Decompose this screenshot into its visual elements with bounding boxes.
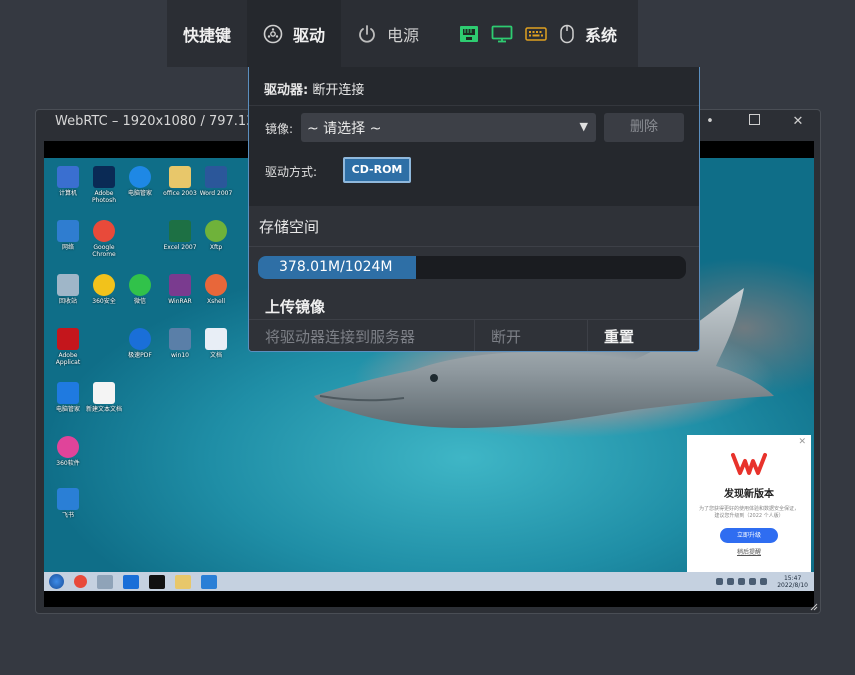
menu-hotkeys-label: 快捷键 — [183, 25, 232, 45]
close-icon: ✕ — [792, 114, 804, 129]
connect-button[interactable]: 将驱动器连接到服务器 — [249, 320, 475, 351]
monitor-icon — [491, 25, 513, 43]
tray-icon[interactable] — [749, 578, 757, 585]
desktop-icon[interactable]: 电脑管家 — [50, 382, 86, 413]
driver-status: 驱动器: 断开连接 — [249, 67, 699, 106]
status-icons: 系统 — [435, 22, 617, 46]
image-select-value: ~ 请选择 ~ — [307, 121, 382, 137]
maximize-icon — [748, 114, 760, 129]
desktop-icon[interactable]: 文档 — [198, 328, 234, 359]
keyboard-icon — [525, 26, 547, 42]
menu-driver[interactable]: 驱动 — [247, 0, 342, 67]
reset-button[interactable]: 重置 — [588, 320, 699, 351]
desktop-icon[interactable]: 飞书 — [50, 488, 86, 519]
wps-logo-icon — [731, 453, 767, 475]
desktop-icon[interactable]: 微信 — [122, 274, 158, 305]
cdrom-mode-button[interactable]: CD-ROM — [343, 157, 411, 183]
popup-later-link[interactable]: 稍后提醒 — [687, 547, 811, 556]
driver-status-label: 驱动器: — [264, 83, 309, 98]
start-button-icon[interactable] — [49, 574, 64, 589]
mode-label: 驱动方式: — [265, 165, 318, 179]
desktop-icon[interactable]: 新建文本文档 — [86, 382, 122, 413]
popup-desc: 为了您获得更好的使用体验和数据安全保证，建议您升级到（2022 个人版） — [698, 506, 799, 519]
desktop-icon[interactable]: Google Chrome — [86, 220, 122, 258]
desktop-icon[interactable]: Word 2007 — [198, 166, 234, 197]
disconnect-button[interactable]: 断开 — [475, 320, 588, 351]
chevron-down-icon: ▼ — [579, 120, 588, 133]
tray-icon[interactable] — [716, 578, 724, 585]
remote-taskbar: 15:47 2022/8/10 — [44, 572, 814, 591]
tray-icon[interactable] — [738, 578, 746, 585]
driver-status-value: 断开连接 — [312, 83, 365, 98]
mouse-icon — [559, 24, 575, 44]
disc-icon — [263, 24, 283, 44]
desktop-icon[interactable]: win10 — [162, 328, 198, 359]
image-label: 镜像: — [265, 122, 294, 136]
resize-grip-icon[interactable] — [810, 603, 818, 611]
upload-title: 上传镜像 — [265, 298, 326, 316]
desktop-icon[interactable]: Adobe Applicat — [50, 328, 86, 366]
desktop-icon[interactable]: Xshell — [198, 274, 234, 305]
tool-icon[interactable] — [97, 574, 113, 589]
desktop-icon[interactable]: Excel 2007 — [162, 220, 198, 251]
system-tray: 15:47 2022/8/10 — [716, 575, 814, 589]
close-button[interactable]: ✕ — [776, 110, 820, 133]
desktop-icon[interactable]: 电脑管家 — [122, 166, 158, 197]
desktop-icon[interactable]: Xftp — [198, 220, 234, 251]
taskbar-clock[interactable]: 15:47 2022/8/10 — [777, 575, 808, 589]
power-icon — [357, 24, 377, 44]
desktop-icon[interactable]: 网络 — [50, 220, 86, 251]
clock-date: 2022/8/10 — [777, 581, 808, 589]
desktop-icon[interactable]: Adobe Photosh — [86, 166, 122, 204]
tray-icon[interactable] — [727, 578, 735, 585]
menu-hotkeys[interactable]: 快捷键 — [167, 0, 247, 67]
storage-progress-bar: 378.01M/1024M — [258, 256, 686, 279]
desktop-icon[interactable]: office 2003 — [162, 166, 198, 197]
image-select[interactable]: ~ 请选择 ~ ▼ — [301, 113, 596, 142]
update-popup: ✕ 发现新版本 为了您获得更好的使用体验和数据安全保证，建议您升级到（2022 … — [687, 435, 811, 572]
terminal-icon[interactable] — [149, 574, 165, 589]
clock-time: 15:47 — [783, 574, 802, 582]
storage-usage-text: 378.01M/1024M — [279, 259, 393, 275]
maximize-button[interactable] — [732, 110, 776, 133]
desktop-icon[interactable]: 极速PDF — [122, 328, 158, 359]
storage-section: 存储空间 378.01M/1024M 上传镜像 将驱动器连接到服务器 断开 重置 — [249, 206, 699, 351]
top-menubar: 快捷键 驱动 电源 系统 — [167, 0, 638, 67]
storage-title: 存储空间 — [259, 218, 320, 236]
chrome-icon[interactable] — [74, 575, 87, 588]
desktop-icon[interactable]: WinRAR — [162, 274, 198, 305]
desktop-icon[interactable]: 回收站 — [50, 274, 86, 305]
pdf-icon[interactable] — [123, 574, 139, 589]
ethernet-icon — [459, 25, 479, 43]
menu-power[interactable]: 电源 — [341, 0, 435, 67]
menu-power-label: 电源 — [387, 25, 420, 45]
action-row: 将驱动器连接到服务器 断开 重置 — [249, 319, 699, 351]
desktop-icon[interactable]: 计算机 — [50, 166, 86, 197]
stream-title: WebRTC – 1920x1080 / 797.13 K — [55, 114, 268, 129]
menu-driver-label: 驱动 — [293, 25, 326, 45]
tray-icon[interactable] — [760, 578, 768, 585]
popup-upgrade-button[interactable]: 立即升级 — [720, 528, 778, 543]
popup-title: 发现新版本 — [724, 489, 774, 500]
divider — [249, 246, 699, 247]
menu-system-label[interactable]: 系统 — [585, 22, 617, 46]
feishu-icon[interactable] — [201, 574, 217, 589]
desktop-icon[interactable]: 360安全 — [86, 274, 122, 305]
desktop-icon[interactable]: 360软件 — [50, 436, 86, 467]
popup-close-icon[interactable]: ✕ — [798, 437, 806, 447]
driver-panel: 驱动器: 断开连接 镜像: ~ 请选择 ~ ▼ 删除 驱动方式: CD-ROM … — [248, 67, 700, 352]
minimize-icon: • — [706, 114, 714, 129]
delete-button[interactable]: 删除 — [604, 113, 684, 142]
folder-icon[interactable] — [175, 574, 191, 589]
